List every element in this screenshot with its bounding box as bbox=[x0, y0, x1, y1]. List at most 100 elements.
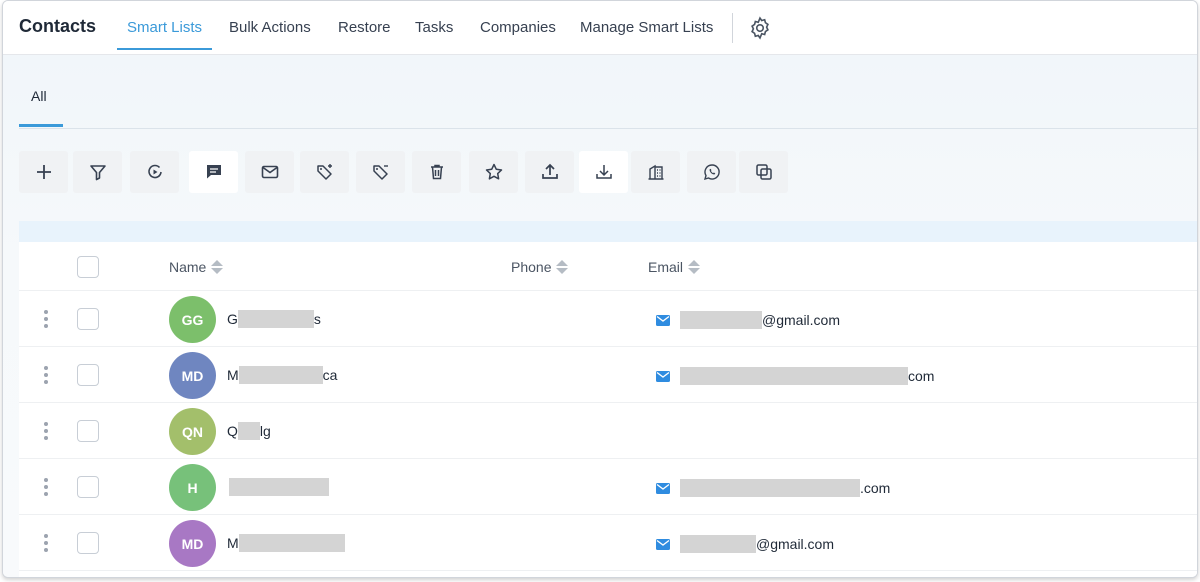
table-row[interactable]: H .com bbox=[19, 459, 1197, 515]
redacted-block bbox=[237, 422, 260, 440]
add-tag-button[interactable] bbox=[300, 151, 349, 193]
star-icon bbox=[485, 163, 502, 180]
contact-email[interactable]: com bbox=[656, 367, 934, 385]
drag-handle-icon[interactable] bbox=[43, 310, 49, 328]
drag-handle-icon[interactable] bbox=[43, 534, 49, 552]
contact-name[interactable]: M ca bbox=[227, 366, 337, 384]
subtab-divider bbox=[19, 128, 1197, 129]
column-header-name[interactable]: Name bbox=[169, 259, 224, 275]
row-checkbox[interactable] bbox=[77, 476, 99, 498]
sort-icon bbox=[211, 260, 224, 274]
drag-handle-icon[interactable] bbox=[43, 366, 49, 384]
name-start: Q bbox=[227, 423, 238, 439]
nav-divider bbox=[732, 13, 733, 43]
avatar: MD bbox=[169, 520, 216, 567]
column-label-name: Name bbox=[169, 259, 207, 275]
avatar: QN bbox=[169, 408, 216, 455]
merge-button[interactable] bbox=[739, 151, 788, 193]
tab-manage-smart-lists[interactable]: Manage Smart Lists bbox=[580, 19, 713, 36]
envelope-icon bbox=[656, 370, 670, 382]
remove-tag-button[interactable] bbox=[356, 151, 405, 193]
send-email-button[interactable] bbox=[245, 151, 294, 193]
column-label-email: Email bbox=[648, 259, 684, 275]
row-checkbox[interactable] bbox=[77, 364, 99, 386]
row-checkbox[interactable] bbox=[77, 308, 99, 330]
contact-email[interactable]: @gmail.com bbox=[656, 535, 834, 553]
add-to-workflow-button[interactable] bbox=[130, 151, 179, 193]
export-icon bbox=[541, 163, 558, 179]
row-checkbox[interactable] bbox=[77, 420, 99, 442]
redacted-block bbox=[680, 367, 908, 385]
column-header-email[interactable]: Email bbox=[648, 259, 701, 275]
gear-icon[interactable] bbox=[747, 15, 773, 41]
add-contact-button[interactable] bbox=[19, 151, 68, 193]
redacted-block bbox=[680, 535, 756, 553]
whatsapp-icon bbox=[703, 164, 720, 181]
email-icon bbox=[261, 165, 278, 179]
select-all-checkbox[interactable] bbox=[77, 256, 99, 278]
filter-button[interactable] bbox=[73, 151, 122, 193]
row-checkbox[interactable] bbox=[77, 532, 99, 554]
app-window: Contacts Smart Lists Bulk Actions Restor… bbox=[2, 0, 1198, 578]
name-start: M bbox=[227, 535, 239, 551]
merge-icon bbox=[755, 164, 772, 180]
remove-tag-icon bbox=[372, 165, 388, 180]
tab-tasks[interactable]: Tasks bbox=[415, 19, 453, 36]
send-sms-button[interactable] bbox=[189, 151, 238, 193]
contact-email[interactable]: @gmail.com bbox=[656, 311, 840, 329]
tab-bulk-actions[interactable]: Bulk Actions bbox=[229, 19, 311, 36]
import-button[interactable] bbox=[579, 151, 628, 193]
contact-email[interactable]: .com bbox=[656, 479, 890, 497]
redacted-block bbox=[238, 534, 345, 552]
redacted-block bbox=[229, 478, 329, 496]
subtab-all[interactable]: All bbox=[31, 88, 47, 104]
tab-companies[interactable]: Companies bbox=[480, 19, 556, 36]
filter-icon bbox=[89, 165, 106, 181]
whatsapp-button[interactable] bbox=[687, 151, 736, 193]
tab-smart-lists[interactable]: Smart Lists bbox=[127, 19, 202, 36]
contact-name[interactable] bbox=[227, 478, 329, 496]
contact-name[interactable]: M bbox=[227, 534, 345, 552]
table-header: Name Phone Email bbox=[19, 242, 1197, 291]
sms-icon bbox=[206, 165, 221, 179]
sort-icon bbox=[688, 260, 701, 274]
table-row[interactable]: QN Q lg bbox=[19, 403, 1197, 459]
add-company-button[interactable] bbox=[631, 151, 680, 193]
sort-icon bbox=[556, 260, 569, 274]
redacted-block bbox=[680, 479, 860, 497]
redacted-block bbox=[680, 311, 762, 329]
main-content: All Name Phone Email GG G s @gmail.com M… bbox=[3, 55, 1197, 577]
contact-name[interactable]: G s bbox=[227, 310, 321, 328]
avatar: GG bbox=[169, 296, 216, 343]
table-row[interactable]: GG G s @gmail.com bbox=[19, 291, 1197, 347]
contact-name[interactable]: Q lg bbox=[227, 422, 271, 440]
page-title: Contacts bbox=[19, 16, 97, 36]
column-header-phone[interactable]: Phone bbox=[511, 259, 569, 275]
export-button[interactable] bbox=[525, 151, 574, 193]
drag-handle-icon[interactable] bbox=[43, 422, 49, 440]
table-row[interactable]: MD M @gmail.com bbox=[19, 515, 1197, 571]
envelope-icon bbox=[656, 482, 670, 494]
name-start: M bbox=[227, 367, 239, 383]
drag-handle-icon[interactable] bbox=[43, 478, 49, 496]
name-end: ca bbox=[322, 367, 338, 383]
top-nav: Contacts Smart Lists Bulk Actions Restor… bbox=[3, 1, 1197, 55]
tab-restore[interactable]: Restore bbox=[338, 19, 391, 36]
redacted-block bbox=[237, 310, 314, 328]
company-icon bbox=[648, 164, 663, 180]
email-suffix: com bbox=[908, 368, 935, 384]
name-end: s bbox=[313, 311, 321, 327]
add-tag-icon bbox=[316, 164, 332, 180]
trash-icon bbox=[430, 164, 443, 180]
table-row[interactable]: MD M ca com bbox=[19, 347, 1197, 403]
delete-button[interactable] bbox=[412, 151, 461, 193]
subtab-indicator bbox=[19, 124, 63, 127]
envelope-icon bbox=[656, 538, 670, 550]
redacted-block bbox=[238, 366, 323, 384]
email-suffix: @gmail.com bbox=[762, 312, 841, 328]
selection-bar bbox=[19, 221, 1197, 242]
favorite-button[interactable] bbox=[469, 151, 518, 193]
contacts-table: Name Phone Email GG G s @gmail.com MD M … bbox=[19, 242, 1197, 577]
avatar: H bbox=[169, 464, 216, 511]
email-suffix: @gmail.com bbox=[756, 536, 835, 552]
